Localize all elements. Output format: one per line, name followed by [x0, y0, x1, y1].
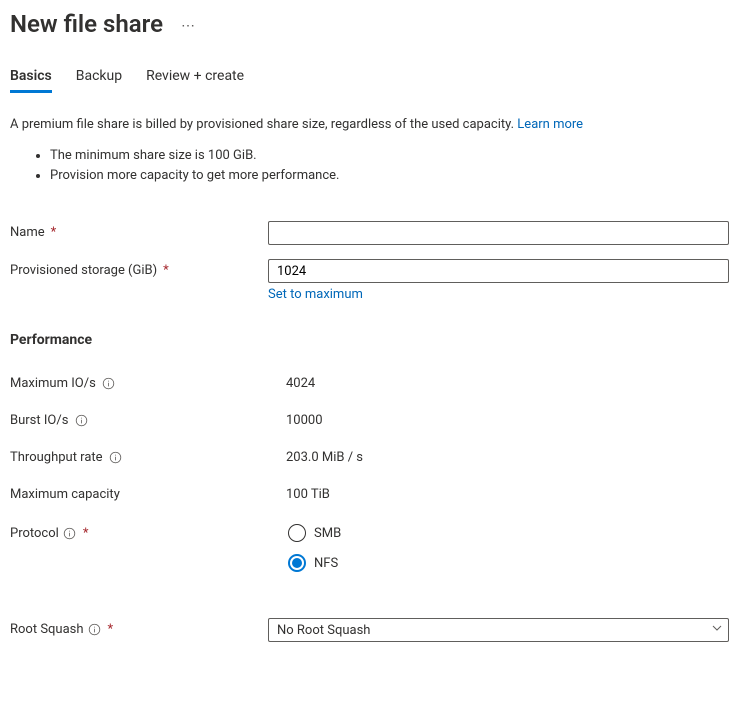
root-squash-value: No Root Squash	[277, 623, 370, 638]
protocol-option-nfs[interactable]: NFS	[288, 554, 729, 572]
perf-max-cap-row: Maximum capacity 100 TiB	[10, 487, 729, 502]
perf-max-io-value: 4024	[286, 376, 315, 391]
perf-max-io-row: Maximum IO/s 4024	[10, 376, 729, 391]
bullet-item: The minimum share size is 100 GiB.	[50, 146, 729, 166]
tab-review-create[interactable]: Review + create	[146, 62, 244, 93]
perf-burst-io-label: Burst IO/s	[10, 413, 68, 428]
info-icon[interactable]	[102, 377, 116, 391]
bullet-item: Provision more capacity to get more perf…	[50, 166, 729, 186]
perf-throughput-row: Throughput rate 203.0 MiB / s	[10, 450, 729, 465]
root-squash-select[interactable]: No Root Squash	[268, 618, 729, 642]
protocol-row: Protocol * SMB NFS	[10, 524, 729, 584]
intro-text-body: A premium file share is billed by provis…	[10, 117, 514, 132]
provisioned-label: Provisioned storage (GiB)	[10, 263, 157, 278]
info-icon[interactable]	[109, 451, 123, 465]
required-mark: *	[83, 526, 89, 541]
required-mark: *	[51, 225, 57, 240]
learn-more-link[interactable]: Learn more	[517, 117, 583, 132]
provisioned-input[interactable]	[268, 259, 729, 283]
root-squash-label: Root Squash	[10, 622, 84, 637]
info-icon[interactable]	[88, 623, 102, 637]
info-icon[interactable]	[74, 414, 88, 428]
field-name-row: Name *	[10, 221, 729, 245]
perf-throughput-value: 203.0 MiB / s	[286, 450, 363, 465]
name-label: Name	[10, 225, 45, 240]
more-menu-icon[interactable]: ⋯	[181, 14, 196, 34]
perf-burst-io-value: 10000	[286, 413, 323, 428]
tab-bar: Basics Backup Review + create	[10, 62, 729, 93]
required-mark: *	[108, 622, 114, 637]
tab-basics[interactable]: Basics	[10, 62, 52, 93]
intro-text: A premium file share is billed by provis…	[10, 117, 729, 132]
perf-max-cap-value: 100 TiB	[286, 487, 330, 502]
perf-throughput-label: Throughput rate	[10, 450, 103, 465]
required-mark: *	[163, 263, 169, 278]
tab-backup[interactable]: Backup	[76, 62, 122, 93]
protocol-smb-label: SMB	[314, 526, 341, 541]
perf-burst-io-row: Burst IO/s 10000	[10, 413, 729, 428]
performance-heading: Performance	[10, 332, 729, 348]
root-squash-row: Root Squash * No Root Squash	[10, 618, 729, 642]
info-icon[interactable]	[63, 527, 77, 541]
protocol-label: Protocol	[10, 526, 59, 541]
page-title: New file share	[10, 10, 163, 38]
perf-max-cap-label: Maximum capacity	[10, 487, 120, 502]
name-input[interactable]	[268, 221, 729, 245]
field-provisioned-row: Provisioned storage (GiB) * Set to maxim…	[10, 259, 729, 302]
protocol-option-smb[interactable]: SMB	[288, 524, 729, 542]
radio-icon	[288, 554, 306, 572]
intro-bullets: The minimum share size is 100 GiB. Provi…	[10, 146, 729, 185]
page-header: New file share ⋯	[10, 10, 729, 38]
set-to-maximum-link[interactable]: Set to maximum	[268, 287, 363, 302]
protocol-nfs-label: NFS	[314, 556, 338, 571]
perf-max-io-label: Maximum IO/s	[10, 376, 96, 391]
radio-icon	[288, 524, 306, 542]
